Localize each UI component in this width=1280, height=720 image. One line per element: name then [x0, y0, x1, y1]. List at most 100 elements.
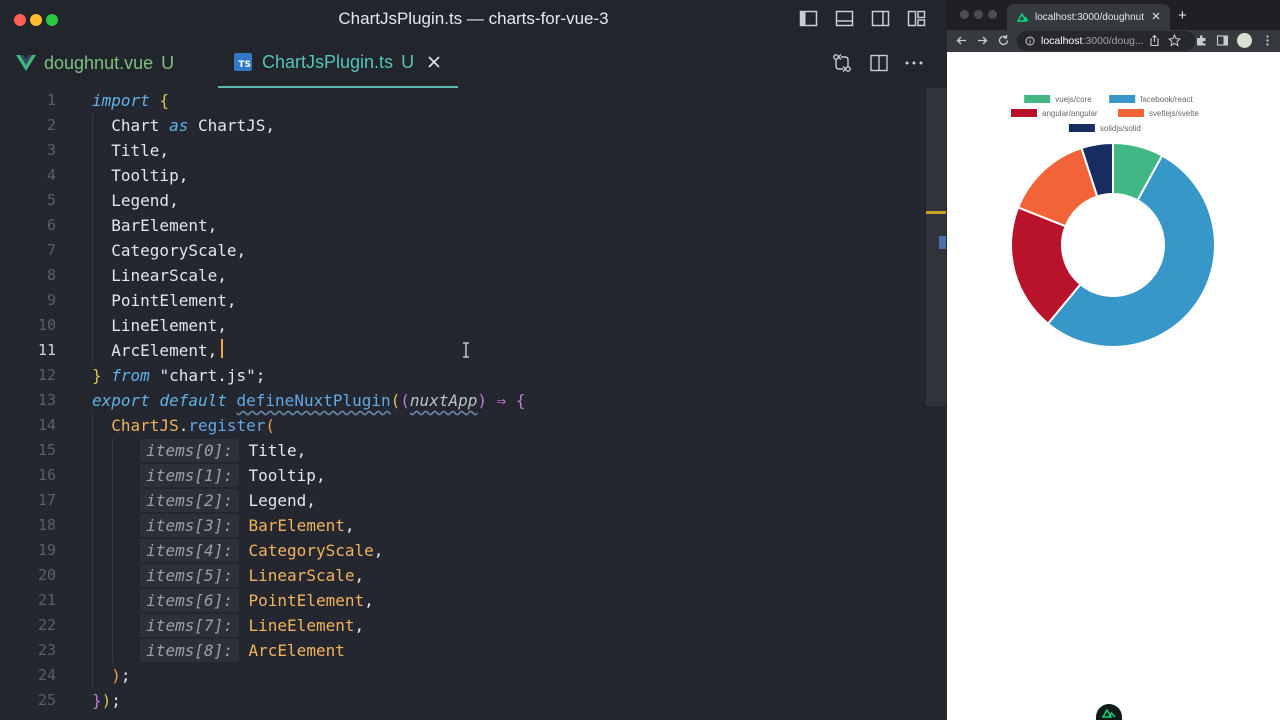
toggle-primary-sidebar-icon[interactable] — [799, 9, 818, 28]
close-icon[interactable] — [1151, 11, 1161, 21]
code-text: }); — [92, 691, 121, 710]
toggle-panel-icon[interactable] — [835, 9, 854, 28]
new-tab-button[interactable]: + — [1178, 7, 1187, 24]
code-line: 15 items[0]: Title, — [0, 438, 926, 463]
back-arrow-icon[interactable] — [955, 34, 968, 47]
code-text: ChartJS.register( — [111, 416, 276, 435]
nuxt-logo-icon — [1101, 708, 1116, 718]
close-icon[interactable] — [426, 54, 442, 70]
editor-titlebar: ChartJsPlugin.ts — charts-for-vue-3 — [0, 0, 947, 38]
browser-menu-icon[interactable] — [1261, 34, 1274, 47]
inlay-hint: items[8]: — [140, 639, 239, 662]
browser-window: localhost:3000/doughnut + localhost:3000… — [947, 0, 1280, 720]
code-line: 25 }); — [0, 688, 926, 713]
code-line: 19 items[4]: CategoryScale, — [0, 538, 926, 563]
open-changes-icon[interactable] — [832, 53, 852, 73]
reload-icon[interactable] — [997, 34, 1010, 47]
line-number: 3 — [46, 141, 56, 159]
code-area[interactable]: 1 import { 2 Chart as ChartJS, 3 Title, … — [0, 88, 926, 720]
url-host: localhost — [1041, 35, 1083, 47]
tab-doughnut-vue[interactable]: doughnut.vue U — [16, 38, 174, 88]
nuxt-devtools-button[interactable] — [1096, 704, 1122, 720]
editor-tab-bar: doughnut.vue U TS ChartJsPlugin.ts U — [0, 38, 947, 88]
legend-label[interactable]: sveltejs/svelte — [1149, 109, 1199, 118]
code-text: items[6]: PointElement, — [92, 588, 374, 613]
line-number: 8 — [46, 266, 56, 284]
code-line: 12 } from "chart.js"; — [0, 363, 926, 388]
tab-chartjsplugin-ts[interactable]: TS ChartJsPlugin.ts U — [218, 38, 458, 88]
untracked-badge: U — [161, 52, 175, 73]
legend-swatch[interactable] — [1068, 124, 1095, 132]
nuxt-favicon-icon — [1017, 12, 1029, 22]
forward-arrow-icon[interactable] — [976, 34, 989, 47]
chart-legend: vuejs/core facebook/reactangular/angular s… — [1011, 95, 1199, 133]
code-line: 8 LinearScale, — [0, 263, 926, 288]
code-line: 21 items[6]: PointElement, — [0, 588, 926, 613]
code-text: import { — [92, 91, 170, 110]
url-text: localhost:3000/doug... — [1041, 35, 1144, 47]
inlay-hint: items[4]: — [140, 539, 239, 562]
code-text: Legend, — [92, 191, 179, 210]
code-text: Chart as ChartJS, — [92, 116, 276, 135]
tab-label: ChartJsPlugin.ts — [262, 51, 394, 72]
legend-label[interactable]: facebook/react — [1140, 95, 1193, 104]
split-editor-icon[interactable] — [869, 53, 889, 73]
share-icon[interactable] — [1148, 34, 1161, 47]
code-line: 2 Chart as ChartJS, — [0, 113, 926, 138]
window-minimize-button[interactable] — [974, 10, 983, 19]
legend-swatch[interactable] — [1011, 109, 1037, 117]
inlay-hint: items[0]: — [140, 439, 239, 462]
legend-swatch[interactable] — [1118, 109, 1144, 117]
legend-label[interactable]: angular/angular — [1042, 109, 1098, 118]
line-number: 2 — [46, 116, 56, 134]
code-line: 7 CategoryScale, — [0, 238, 926, 263]
code-line: 14 ChartJS.register( — [0, 413, 926, 438]
legend-swatch[interactable] — [1024, 95, 1051, 103]
scrollbar-cursor-marker — [926, 211, 946, 214]
line-number: 6 — [46, 216, 56, 234]
more-actions-icon[interactable] — [904, 53, 924, 73]
line-number: 23 — [37, 641, 56, 659]
code-line: 22 items[7]: LineElement, — [0, 613, 926, 638]
toggle-secondary-sidebar-icon[interactable] — [871, 9, 890, 28]
browser-tab[interactable]: localhost:3000/doughnut — [1007, 4, 1170, 30]
line-number: 16 — [37, 466, 56, 484]
code-line: 17 items[2]: Legend, — [0, 488, 926, 513]
line-number: 25 — [37, 691, 56, 709]
url-path: :3000/doug... — [1082, 35, 1144, 47]
bookmark-star-icon[interactable] — [1168, 34, 1181, 47]
legend-label[interactable]: vuejs/core — [1055, 95, 1092, 104]
scrollbar-selection-marker — [939, 236, 946, 249]
line-number: 12 — [37, 366, 56, 384]
code-text: items[8]: ArcElement — [92, 638, 345, 663]
line-number: 4 — [46, 166, 56, 184]
inlay-hint: items[1]: — [140, 464, 239, 487]
code-line: 9 PointElement, — [0, 288, 926, 313]
page-viewport: vuejs/core facebook/react angular/angular s… — [947, 52, 1280, 720]
site-info-icon[interactable] — [1025, 36, 1035, 46]
side-panel-icon[interactable] — [1216, 34, 1229, 47]
legend-label[interactable]: solidjs/solid — [1100, 124, 1141, 133]
code-line: 5 Legend, — [0, 188, 926, 213]
window-close-button[interactable] — [960, 10, 969, 19]
inlay-hint: items[3]: — [140, 514, 239, 537]
code-text: items[2]: Legend, — [92, 488, 316, 513]
typescript-file-icon: TS — [234, 53, 252, 71]
line-number: 17 — [37, 491, 56, 509]
window-maximize-button[interactable] — [988, 10, 997, 19]
customize-layout-icon[interactable] — [907, 9, 926, 28]
inlay-hint: items[5]: — [140, 564, 239, 587]
code-line: 18 items[3]: BarElement, — [0, 513, 926, 538]
code-text: items[4]: CategoryScale, — [92, 538, 383, 563]
inlay-hint: items[2]: — [140, 489, 239, 512]
extensions-puzzle-icon[interactable] — [1195, 34, 1208, 47]
code-text: BarElement, — [92, 216, 218, 235]
code-text: LineElement, — [92, 316, 227, 335]
line-number: 19 — [37, 541, 56, 559]
legend-swatch[interactable] — [1109, 95, 1136, 103]
line-number: 5 — [46, 191, 56, 209]
code-text: ArcElement, — [92, 341, 218, 360]
line-number: 10 — [37, 316, 56, 334]
profile-avatar[interactable] — [1237, 33, 1252, 48]
code-text: items[5]: LinearScale, — [92, 563, 364, 588]
